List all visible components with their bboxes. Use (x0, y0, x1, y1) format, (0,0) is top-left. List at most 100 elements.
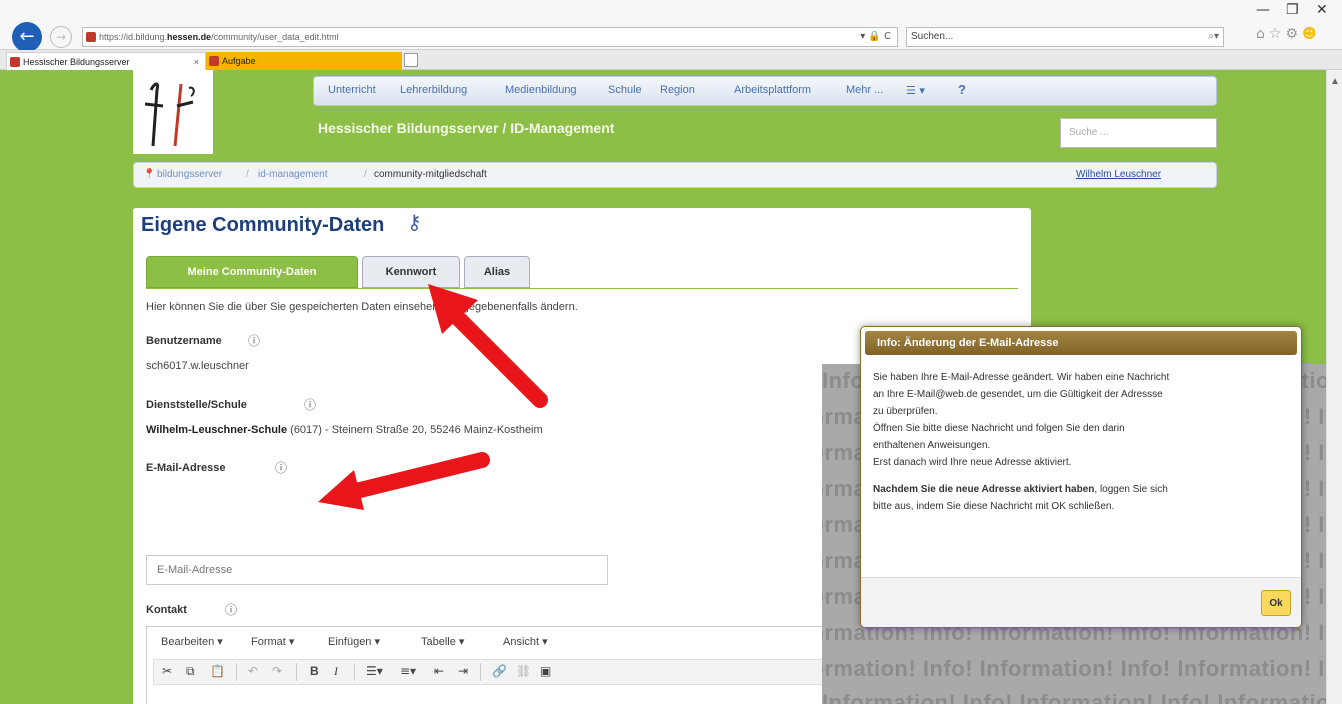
breadcrumb-separator: / (246, 169, 249, 180)
ok-button[interactable]: Ok (1261, 590, 1291, 616)
toolbar-separator (236, 663, 237, 681)
tab-label: Hessischer Bildungsserver (23, 57, 130, 67)
browser-tab-bar: Hessischer Bildungsserver × Aufgabe (0, 50, 1342, 70)
editor-menu-einfuegen[interactable]: Einfügen ▾ (328, 635, 380, 648)
email-label: E-Mail-Adresse (146, 462, 226, 474)
dialog-text: , loggen Sie sich (1094, 484, 1168, 495)
dialog-body: Sie haben Ihre E-Mail-Adresse geändert. … (873, 369, 1293, 525)
back-arrow-icon[interactable]: ← (12, 22, 42, 52)
browser-search-placeholder: Suchen... (911, 31, 954, 42)
forward-arrow-icon[interactable]: → (50, 26, 72, 48)
browser-tab-bildungsserver[interactable]: Hessischer Bildungsserver × (6, 52, 206, 70)
unlink-icon[interactable]: ⛓ (516, 664, 531, 678)
dialog-paragraph-2: Nachdem Sie die neue Adresse aktiviert h… (873, 481, 1293, 515)
intro-text: Hier können Sie die über Sie gespeichert… (146, 301, 578, 313)
email-info-icon[interactable]: ⓘ (275, 459, 287, 476)
site-title: Hessischer Bildungsserver / ID-Managemen… (318, 120, 615, 136)
feedback-smiley-icon[interactable]: ☻ (1302, 26, 1321, 42)
email-field[interactable] (146, 555, 608, 585)
tab-label: Aufgabe (222, 56, 256, 66)
address-bar-controls[interactable]: ▾ 🔒 C (860, 28, 891, 46)
page-title: Eigene Community-Daten (141, 214, 385, 236)
editor-menu-ansicht[interactable]: Ansicht ▾ (503, 635, 548, 648)
toolbar-separator (296, 663, 297, 681)
image-icon[interactable]: ▣ (540, 664, 551, 678)
help-icon[interactable]: ? (958, 82, 966, 97)
scroll-up-icon[interactable]: ▲ (1330, 76, 1340, 87)
nav-item-arbeitsplattform[interactable]: Arbeitsplattform (734, 84, 811, 96)
cut-icon[interactable]: ✂ (162, 664, 172, 678)
url-path: /community/user_data_edit.html (211, 32, 339, 42)
breadcrumb-item-bildungsserver[interactable]: bildungsserver (157, 163, 222, 187)
nav-item-unterricht[interactable]: Unterricht (328, 84, 376, 96)
link-icon[interactable]: 🔗 (492, 664, 507, 678)
editor-menu-tabelle[interactable]: Tabelle ▾ (421, 635, 464, 648)
tab-meine-community-daten[interactable]: Meine Community-Daten (146, 256, 358, 288)
dialog-line: Erst danach wird Ihre neue Adresse aktiv… (873, 457, 1072, 468)
contact-label: Kontakt (146, 604, 187, 616)
browser-tab-aufgabe[interactable]: Aufgabe (206, 52, 402, 70)
overlay-watermark-line: Information! Info! Information! Info! In… (822, 656, 1326, 681)
dialog-line: Sie haben Ihre E-Mail-Adresse geändert. … (873, 372, 1170, 383)
redo-icon[interactable]: ↷ (272, 664, 282, 678)
favorites-star-icon[interactable]: ☆ (1269, 26, 1286, 42)
bold-icon[interactable]: B (310, 664, 319, 678)
nav-menu-icon[interactable]: ☰ ▾ (906, 84, 925, 97)
url-host: hessen.de (167, 32, 212, 42)
tab-favicon-icon (10, 57, 20, 67)
undo-icon[interactable]: ↶ (248, 664, 258, 678)
italic-icon[interactable]: I (334, 664, 338, 679)
breadcrumb-item-id-management[interactable]: id-management (258, 163, 327, 187)
nav-item-region[interactable]: Region (660, 84, 695, 96)
logged-in-user-link[interactable]: Wilhelm Leuschner (1076, 163, 1161, 187)
school-info-icon[interactable]: ⓘ (304, 396, 316, 413)
numbered-list-icon[interactable]: ≡▾ (400, 664, 416, 678)
logo-mark-icon (144, 82, 195, 147)
home-icon[interactable]: ⌂ (1256, 26, 1269, 42)
tab-kennwort[interactable]: Kennwort (362, 256, 460, 288)
tab-close-icon[interactable]: × (194, 53, 199, 71)
breadcrumb-item-current: community-mitgliedschaft (374, 169, 487, 180)
editor-menu-format[interactable]: Format ▾ (251, 635, 294, 648)
address-bar[interactable]: https://id.bildung.hessen.de/community/u… (82, 27, 898, 47)
school-address: (6017) - Steinern Straße 20, 55246 Mainz… (287, 424, 543, 436)
username-label: Benutzername (146, 335, 222, 347)
site-search-input[interactable]: Suche ... (1060, 118, 1217, 148)
site-logo[interactable] (133, 70, 213, 154)
dialog-bold-text: Nachdem Sie die neue Adresse aktiviert h… (873, 484, 1095, 495)
nav-item-lehrerbildung[interactable]: Lehrerbildung (400, 84, 467, 96)
contact-info-icon[interactable]: ⓘ (225, 601, 237, 618)
browser-toolbar-icons: ⌂☆⚙☻ (1256, 26, 1321, 42)
close-window-icon[interactable]: ✕ (1316, 2, 1328, 18)
paste-icon[interactable]: 📋 (210, 664, 225, 678)
search-icon[interactable]: ⌕▾ (1208, 28, 1219, 46)
browser-toolbar: ← → https://id.bildung.hessen.de/communi… (0, 0, 1342, 52)
copy-icon[interactable]: ⧉ (186, 664, 195, 679)
browser-search-input[interactable]: Suchen... ⌕▾ (906, 27, 1224, 47)
dialog-line: zu überprüfen. (873, 406, 938, 417)
nav-item-medienbildung[interactable]: Medienbildung (505, 84, 577, 96)
editor-menu-bearbeiten[interactable]: Bearbeiten ▾ (161, 635, 223, 648)
page-scrollbar[interactable]: ▲ (1326, 70, 1342, 704)
new-tab-icon[interactable] (404, 53, 418, 67)
username-info-icon[interactable]: ⓘ (248, 332, 260, 349)
school-value: Wilhelm-Leuschner-Schule (6017) - Steine… (146, 424, 543, 436)
overlay-watermark-line: Information! Info! Information! Info! In… (822, 690, 1326, 704)
site-favicon-icon (86, 32, 96, 42)
nav-item-schule[interactable]: Schule (608, 84, 642, 96)
bullet-list-icon[interactable]: ☰▾ (366, 664, 383, 678)
location-pin-icon: 📍 (143, 169, 156, 180)
email-change-dialog: Info: Änderung der E-Mail-Adresse Sie ha… (860, 326, 1302, 628)
dialog-title: Info: Änderung der E-Mail-Adresse (865, 331, 1297, 355)
nav-item-mehr[interactable]: Mehr ... (846, 84, 883, 96)
maximize-icon[interactable]: ❐ (1286, 2, 1299, 18)
breadcrumb: 📍 bildungsserver / id-management / commu… (133, 162, 1217, 188)
dialog-line: Öffnen Sie bitte diese Nachricht und fol… (873, 423, 1125, 434)
indent-icon[interactable]: ⇥ (458, 664, 468, 678)
outdent-icon[interactable]: ⇤ (434, 664, 444, 678)
settings-gear-icon[interactable]: ⚙ (1285, 26, 1302, 42)
minimize-icon[interactable]: — (1256, 2, 1270, 18)
url-prefix: https://id.bildung. (99, 32, 168, 42)
site-top-navigation: Unterricht Lehrerbildung Medienbildung S… (313, 76, 1217, 106)
tab-alias[interactable]: Alias (464, 256, 530, 288)
